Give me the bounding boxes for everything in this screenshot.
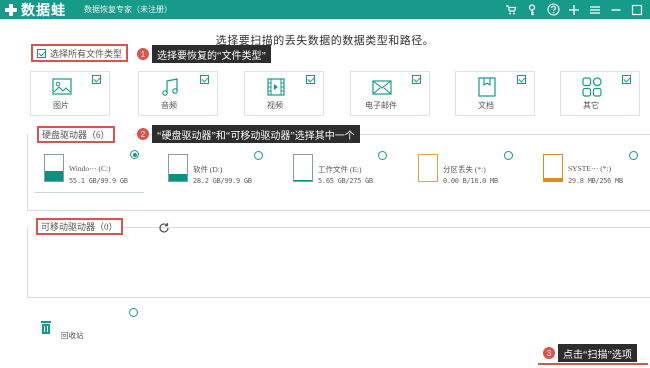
drive-name: 工作文件 (E:) [318, 165, 362, 174]
file-type-checkbox[interactable] [622, 75, 631, 84]
drive-c-radio[interactable] [130, 150, 139, 159]
callout-text: 选择要恢复的“文件类型” [152, 45, 271, 63]
select-all-checkbox[interactable] [37, 48, 46, 58]
file-type-video[interactable]: 视频 [244, 71, 324, 116]
drive-size: 5.65 GB/275 GB [318, 177, 373, 185]
file-type-checkbox[interactable] [200, 75, 209, 84]
film-icon [267, 78, 285, 96]
file-type-checkbox[interactable] [517, 75, 526, 84]
select-all-label: 选择所有文件类型 [50, 48, 123, 59]
recycle-bin-radio[interactable] [129, 308, 138, 317]
file-type-documents[interactable]: 文档 [455, 71, 535, 116]
scan-button-edge[interactable] [538, 363, 648, 365]
file-type-label: 图片 [53, 101, 69, 110]
drive-e-radio[interactable] [378, 151, 387, 160]
file-type-label: 电子邮件 [365, 101, 397, 110]
drive-name: SYSTE··· (*:) [568, 164, 612, 173]
callout-3: 3 点击“扫描”选项 [543, 344, 637, 362]
window-controls [504, 1, 644, 18]
section-divider [27, 134, 28, 210]
drive-size: 29.8 MB/256 MB [568, 177, 623, 185]
trash-icon[interactable] [40, 320, 52, 334]
file-type-audio[interactable]: 音频 [138, 71, 218, 116]
drive-lost-partition-radio[interactable] [504, 151, 513, 160]
refresh-icon[interactable] [158, 222, 170, 234]
hard-drives-title: 硬盘驱动器（6） [37, 126, 115, 143]
callout-text: 点击“扫描”选项 [558, 344, 637, 362]
drive-size: 55.1 GB/99.9 GB [69, 177, 128, 185]
drive-name: 分区丢失 (*:) [443, 165, 486, 174]
drive-lost-partition[interactable]: 分区丢失 (*:) 0.00 B/16.0 MB [418, 150, 518, 190]
drive-name: 软件 (D:) [193, 165, 223, 174]
file-type-checkbox[interactable] [92, 75, 101, 84]
file-type-label: 文档 [478, 101, 494, 110]
help-icon[interactable] [546, 3, 560, 17]
file-type-other[interactable]: 其它 [560, 71, 640, 116]
file-type-email[interactable]: 电子邮件 [350, 71, 430, 116]
music-icon [162, 78, 178, 96]
select-all-file-types[interactable]: 选择所有文件类型 [31, 44, 128, 62]
drive-name: Windo··· (C:) [69, 164, 111, 173]
drive-c-icon [44, 154, 64, 182]
file-type-images[interactable]: 图片 [30, 71, 110, 116]
cart-icon[interactable] [504, 3, 518, 17]
callout-text: “硬盘驱动器”和“可移动驱动器”选择其中一个 [152, 125, 360, 143]
section-divider [27, 227, 28, 297]
app-name: 数据蛙 [21, 1, 66, 18]
file-type-checkbox[interactable] [412, 75, 421, 84]
drive-size: 28.2 GB/99.9 GB [193, 177, 252, 185]
drive-d-radio[interactable] [254, 151, 263, 160]
file-type-label: 其它 [583, 101, 599, 110]
image-icon [52, 78, 72, 95]
minimize-icon[interactable] [609, 3, 623, 17]
drive-e-icon [293, 154, 313, 182]
section-divider [27, 297, 650, 298]
drive-c-selected-underline [34, 192, 144, 193]
drive-d-icon [168, 154, 188, 182]
key-icon[interactable] [525, 3, 539, 17]
section-divider [27, 210, 650, 211]
menu-icon[interactable] [588, 3, 602, 17]
callout-number: 3 [543, 347, 555, 359]
file-type-label: 视频 [267, 101, 283, 110]
apps-icon [582, 77, 602, 97]
section-divider [116, 227, 650, 228]
document-icon [478, 77, 496, 97]
logo-plus-icon [4, 3, 18, 17]
close-icon[interactable] [630, 3, 644, 17]
app-logo: 数据蛙 [4, 1, 66, 18]
recycle-bin-label[interactable]: 回收站 [61, 330, 84, 341]
callout-number: 1 [137, 48, 149, 60]
drive-size: 0.00 B/16.0 MB [443, 177, 498, 185]
drive-system-icon [543, 154, 563, 182]
drive-system-radio[interactable] [629, 151, 638, 160]
callout-2: 2 “硬盘驱动器”和“可移动驱动器”选择其中一个 [137, 125, 360, 143]
drive-d[interactable]: 软件 (D:) 28.2 GB/99.9 GB [168, 150, 268, 190]
file-type-checkbox[interactable] [306, 75, 315, 84]
app-subtitle: 数据恢复专家（未注册） [84, 5, 172, 14]
title-bar: 数据蛙 数据恢复专家（未注册） [0, 0, 650, 19]
callout-number: 2 [137, 128, 149, 140]
callout-1: 1 选择要恢复的“文件类型” [137, 45, 271, 63]
file-type-label: 音频 [161, 101, 177, 110]
drive-c[interactable]: Windo··· (C:) 55.1 GB/99.9 GB [44, 150, 144, 190]
mail-icon [372, 80, 392, 95]
drive-lost-partition-icon [418, 154, 438, 182]
removable-drives-title: 可移动驱动器（0） [36, 218, 123, 235]
plus-icon[interactable] [567, 3, 581, 17]
